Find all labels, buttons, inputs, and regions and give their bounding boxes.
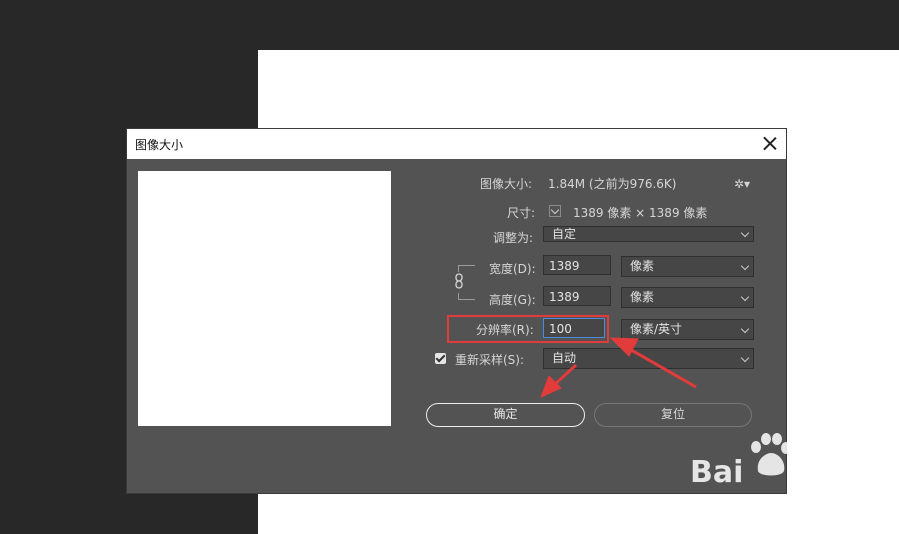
dialog-titlebar: 图像大小: [127, 129, 786, 159]
image-size-label: 图像大小:: [480, 177, 533, 191]
resample-label: 重新采样(S):: [455, 353, 525, 367]
dialog-title: 图像大小: [135, 138, 184, 152]
height-unit-select[interactable]: 像素: [621, 287, 754, 308]
chevron-down-icon: [740, 261, 750, 271]
dimensions-value: 1389 像素 × 1389 像素: [573, 206, 708, 220]
width-label: 宽度(D):: [489, 262, 536, 276]
gear-icon[interactable]: ✲▾: [734, 177, 750, 191]
paw-icon: [751, 433, 791, 476]
watermark-brand: Bai: [690, 455, 744, 490]
resolution-label: 分辨率(R):: [476, 323, 534, 337]
width-unit-select[interactable]: 像素: [621, 256, 754, 277]
chevron-down-icon: [740, 228, 750, 238]
chain-link-icon[interactable]: [453, 273, 465, 289]
fit-to-select[interactable]: 自定: [543, 226, 754, 242]
width-unit-value: 像素: [630, 259, 655, 273]
resolution-input[interactable]: 100: [543, 318, 605, 338]
resample-select[interactable]: 自动: [543, 348, 754, 369]
dimensions-label: 尺寸:: [507, 206, 536, 220]
watermark-brand2: 经验: [790, 463, 843, 493]
image-size-value: 1.84M (之前为976.6K): [548, 177, 677, 191]
resolution-unit-value: 像素/英寸: [630, 322, 683, 336]
ok-button[interactable]: 确定: [426, 403, 585, 427]
resolution-unit-select[interactable]: 像素/英寸: [621, 319, 754, 340]
link-bracket-top: [458, 265, 475, 272]
watermark-url: jingyan.baidu.com: [692, 495, 830, 511]
chevron-down-icon: [740, 324, 750, 334]
chevron-down-icon[interactable]: [549, 205, 561, 217]
image-preview: [138, 171, 391, 426]
height-unit-value: 像素: [630, 290, 655, 304]
baidu-watermark: Bai 经验 jingyan.baidu.com: [690, 433, 860, 523]
fit-to-value: 自定: [552, 227, 577, 241]
close-icon[interactable]: [760, 134, 780, 154]
fit-to-label: 调整为:: [493, 231, 534, 245]
chevron-down-icon: [740, 292, 750, 302]
image-size-dialog: 图像大小 图像大小: 1.84M (之前为976.6K) ✲▾ 尺寸: 1389…: [127, 129, 786, 493]
reset-button[interactable]: 复位: [594, 403, 752, 427]
resample-checkbox[interactable]: [435, 353, 446, 364]
width-input[interactable]: 1389: [543, 255, 611, 275]
height-label: 高度(G):: [489, 293, 536, 307]
resample-value: 自动: [552, 351, 577, 365]
height-input[interactable]: 1389: [543, 286, 611, 306]
chevron-down-icon: [740, 353, 750, 363]
link-bracket-bottom: [458, 293, 475, 300]
